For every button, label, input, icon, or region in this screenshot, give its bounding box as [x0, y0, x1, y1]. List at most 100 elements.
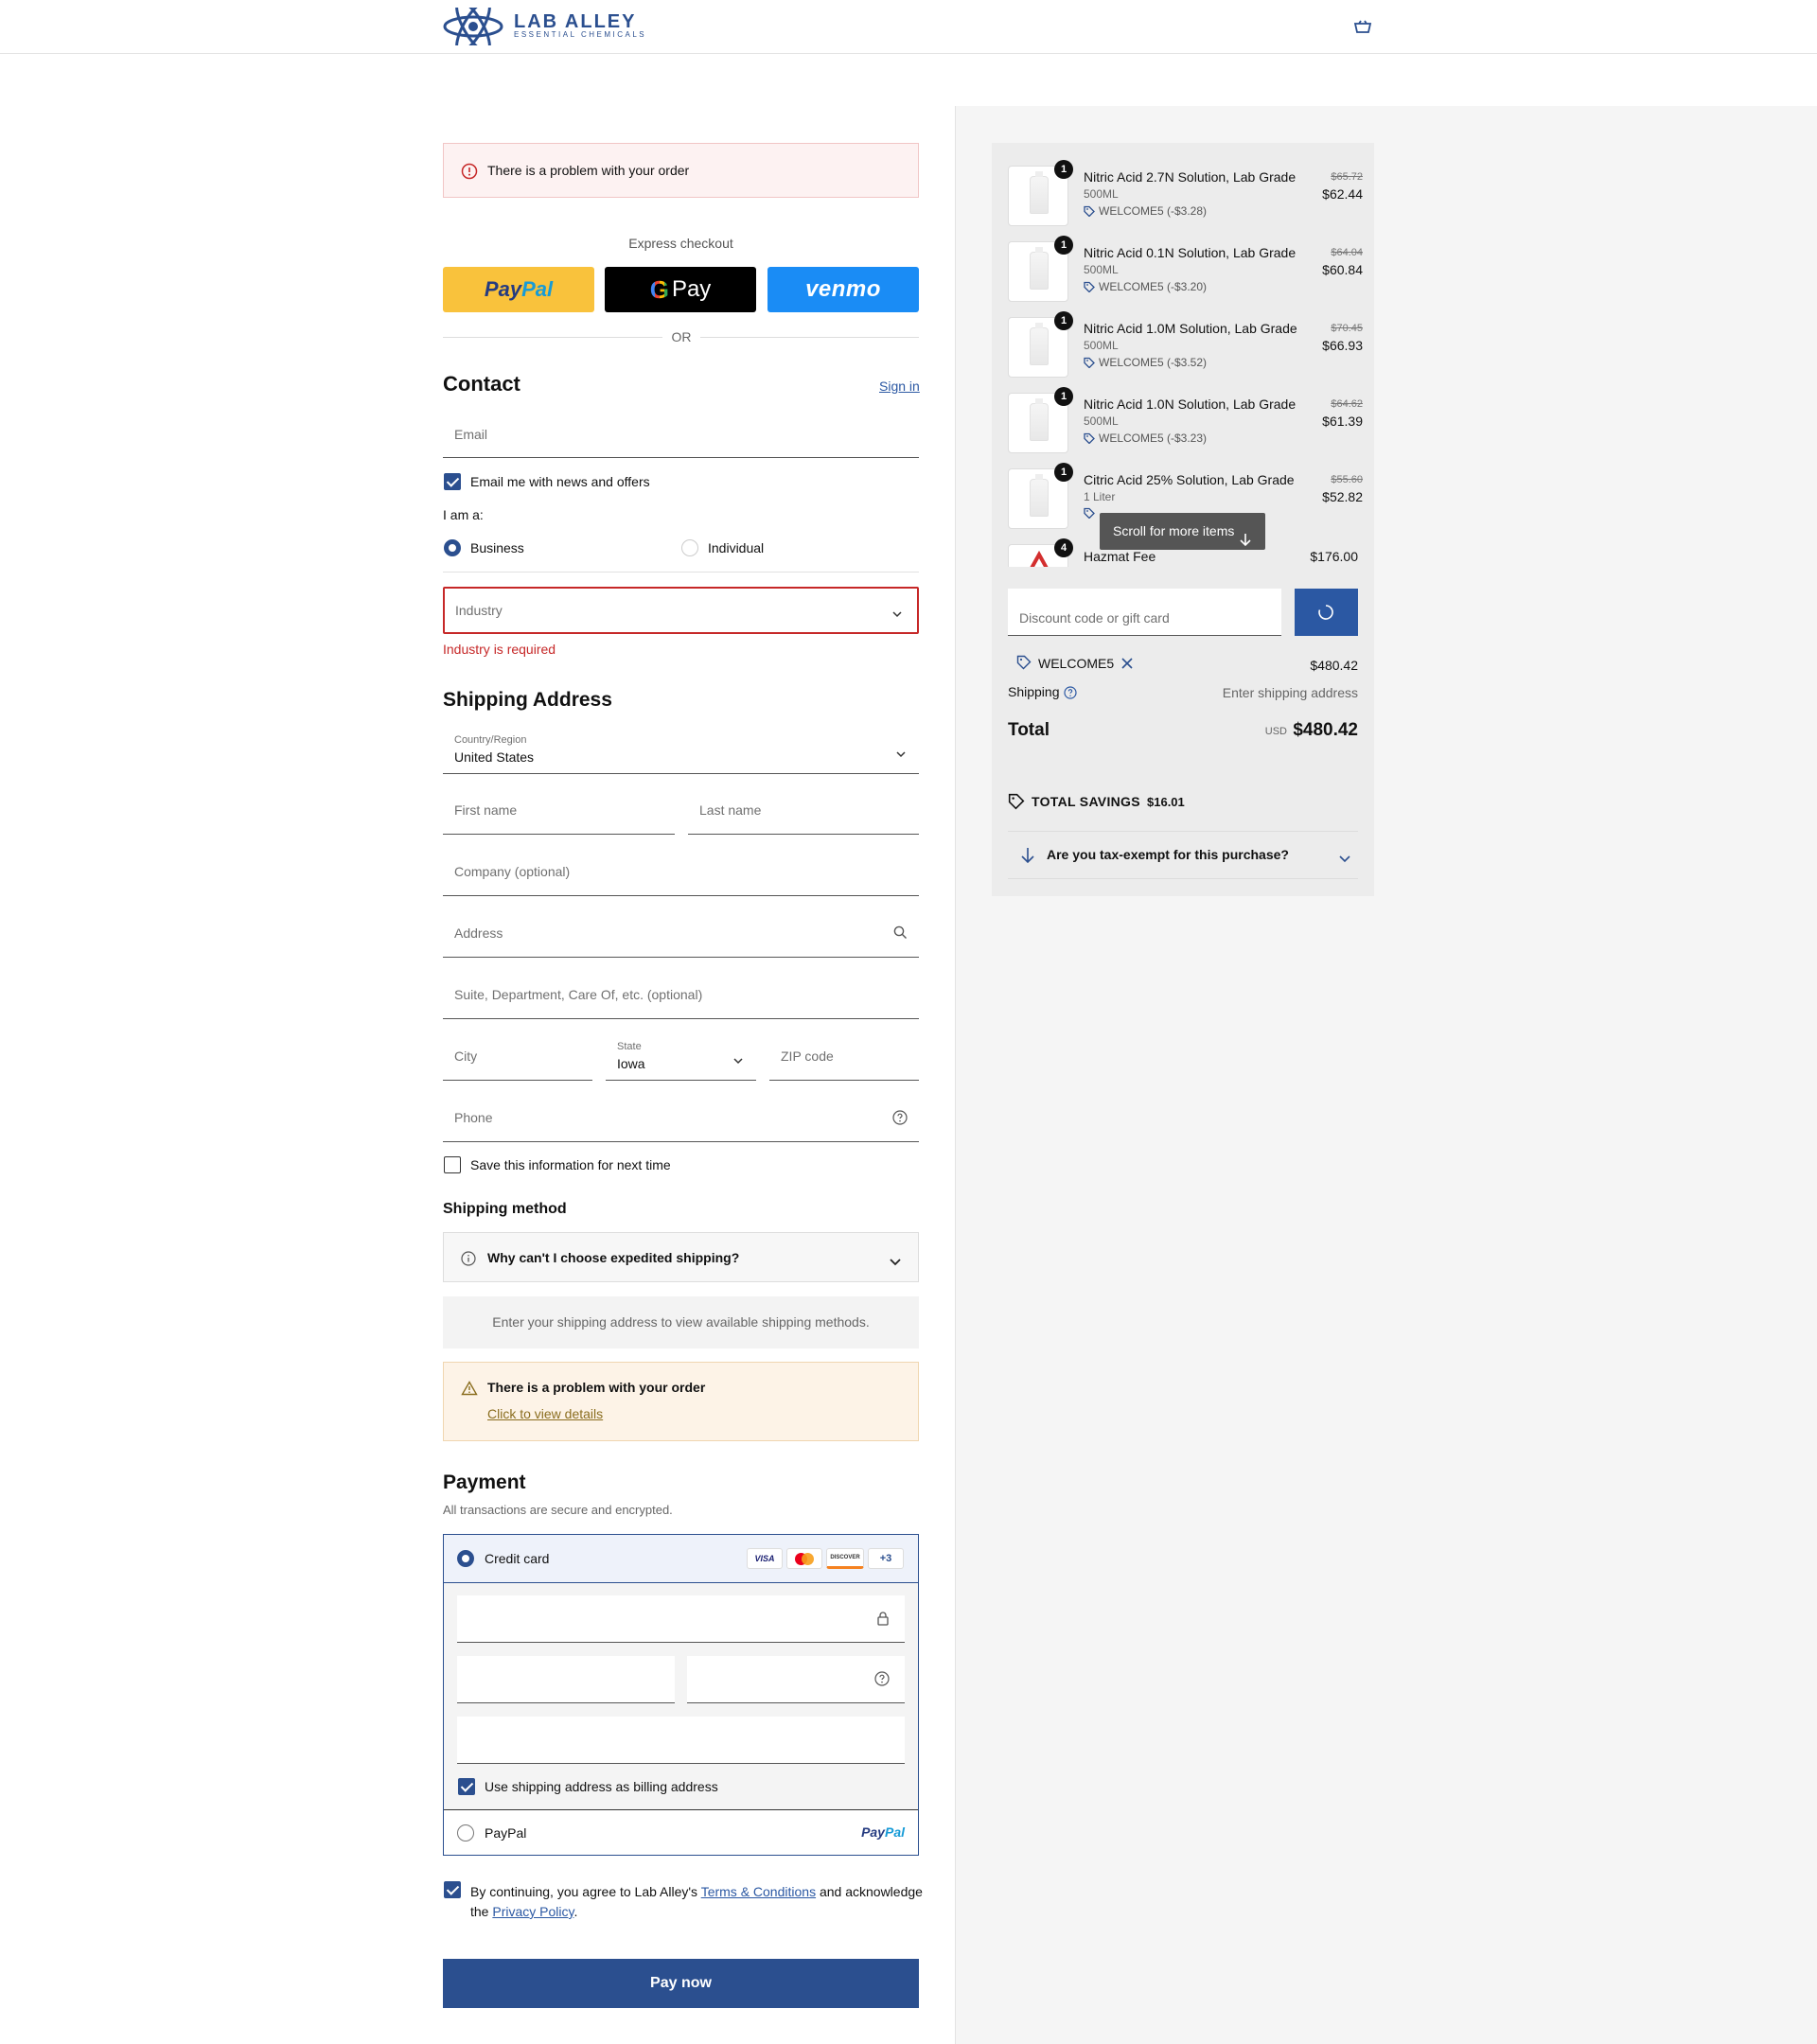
order-warning-title: There is a problem with your order — [487, 1380, 706, 1395]
first-name-placeholder: First name — [454, 802, 518, 818]
individual-label: Individual — [708, 540, 765, 555]
quantity-badge: 1 — [1054, 387, 1073, 406]
product-variant: 500ML — [1084, 263, 1119, 276]
tag-icon — [1084, 357, 1095, 368]
visa-icon: VISA — [747, 1548, 783, 1569]
i-am-label: I am a: — [443, 507, 484, 522]
shipping-address-heading: Shipping Address — [443, 689, 612, 711]
business-radio[interactable] — [444, 539, 461, 556]
discounted-price: $61.39 — [1322, 414, 1363, 429]
company-field[interactable]: Company (optional) — [443, 849, 919, 896]
shipping-value: Enter shipping address — [1222, 685, 1358, 700]
paypal-logo-pay: Pay — [861, 1824, 885, 1840]
chevron-down-icon — [733, 1052, 743, 1069]
tax-exempt-disclosure[interactable]: Are you tax-exempt for this purchase? — [1008, 832, 1358, 879]
country-label: Country/Region — [454, 734, 527, 746]
help-icon[interactable] — [874, 1671, 890, 1691]
discount-code-input[interactable]: Discount code or gift card — [1008, 589, 1281, 636]
lab-alley-logo[interactable]: LAB ALLEY ESSENTIAL CHEMICALS — [442, 0, 688, 53]
terms-link[interactable]: Terms & Conditions — [701, 1884, 816, 1899]
total-savings-label: TOTAL SAVINGS — [1032, 794, 1140, 809]
state-select[interactable]: State Iowa — [606, 1033, 756, 1081]
discount-text: WELCOME5 (-$3.52) — [1099, 356, 1208, 369]
credit-card-option[interactable]: Credit card VISA DISCOVER +3 — [444, 1535, 918, 1583]
paypal-option[interactable]: PayPal PayPal — [444, 1809, 918, 1855]
pay-now-button[interactable]: Pay now — [443, 1959, 919, 2008]
industry-placeholder: Industry — [455, 603, 503, 618]
address-field[interactable]: Address — [443, 910, 919, 958]
terms-text: By continuing, you agree to Lab Alley's … — [470, 1882, 925, 1922]
tag-icon — [1084, 432, 1095, 444]
email-placeholder: Email — [454, 427, 488, 442]
loading-spinner-icon — [1317, 604, 1334, 626]
discount-code-placeholder: Discount code or gift card — [1019, 610, 1170, 626]
terms-pre: By continuing, you agree to Lab Alley's — [470, 1884, 701, 1899]
state-value: Iowa — [617, 1056, 645, 1071]
last-name-field[interactable]: Last name — [688, 787, 919, 835]
sign-in-link[interactable]: Sign in — [879, 379, 920, 394]
paypal-radio[interactable] — [457, 1824, 474, 1841]
last-name-placeholder: Last name — [699, 802, 762, 818]
quantity-badge: 1 — [1054, 160, 1073, 179]
product-variant: 500ML — [1084, 187, 1119, 201]
country-select[interactable]: Country/Region United States — [443, 727, 919, 774]
individual-radio[interactable] — [681, 539, 698, 556]
tag-icon — [1008, 793, 1025, 815]
industry-select[interactable]: Industry — [443, 587, 919, 634]
divider — [1008, 878, 1358, 879]
line-item: 1 Nitric Acid 1.0N Solution, Lab Grade 5… — [1008, 387, 1363, 459]
view-details-link[interactable]: Click to view details — [487, 1406, 603, 1421]
product-name: Citric Acid 25% Solution, Lab Grade — [1084, 472, 1295, 487]
search-icon — [893, 925, 908, 944]
quantity-badge: 1 — [1054, 311, 1073, 330]
billing-same-label: Use shipping address as billing address — [485, 1779, 718, 1794]
terms-checkbox[interactable] — [444, 1881, 461, 1898]
privacy-link[interactable]: Privacy Policy — [492, 1904, 573, 1919]
zip-field[interactable]: ZIP code — [769, 1033, 919, 1081]
expiration-date-field[interactable] — [457, 1656, 675, 1703]
discover-icon: DISCOVER — [826, 1548, 864, 1569]
quantity-badge: 1 — [1054, 463, 1073, 482]
billing-same-checkbox[interactable] — [458, 1778, 475, 1795]
venmo-button[interactable]: venmo — [767, 267, 919, 312]
line-item: 1 Nitric Acid 0.1N Solution, Lab Grade 5… — [1008, 236, 1363, 308]
google-pay-button[interactable]: G Pay — [605, 267, 756, 312]
remove-discount-icon[interactable] — [1121, 657, 1133, 674]
security-code-field[interactable] — [687, 1656, 905, 1703]
credit-card-radio[interactable] — [457, 1550, 474, 1567]
tag-icon — [1084, 205, 1095, 217]
google-pay-text: Pay — [671, 276, 712, 302]
credit-card-label: Credit card — [485, 1551, 550, 1566]
hazmat-fee-price: $176.00 — [1310, 549, 1358, 564]
first-name-field[interactable]: First name — [443, 787, 675, 835]
state-label: State — [617, 1041, 642, 1052]
city-field[interactable]: City — [443, 1033, 592, 1081]
address-placeholder: Address — [454, 925, 503, 941]
discounted-price: $52.82 — [1322, 489, 1363, 504]
paypal-logo-pal: Pal — [884, 1824, 905, 1840]
or-label: OR — [662, 329, 700, 344]
apply-discount-button[interactable] — [1295, 589, 1358, 636]
paypal-text-pal: Pal — [521, 277, 554, 301]
lock-icon — [876, 1611, 890, 1630]
email-field[interactable]: Email — [443, 411, 919, 458]
help-icon[interactable] — [892, 1110, 908, 1130]
order-problem-banner: There is a problem with your order — [443, 143, 919, 198]
total-label: Total — [1008, 720, 1050, 740]
help-icon[interactable] — [1064, 686, 1077, 704]
save-info-checkbox[interactable] — [444, 1156, 461, 1173]
name-on-card-field[interactable] — [457, 1717, 905, 1764]
cart-icon[interactable] — [1353, 19, 1372, 39]
expedited-shipping-disclosure[interactable]: Why can't I choose expedited shipping? — [443, 1232, 919, 1282]
save-info-label: Save this information for next time — [470, 1157, 671, 1172]
scroll-more-tooltip[interactable]: Scroll for more items — [1100, 513, 1265, 550]
phone-field[interactable]: Phone — [443, 1095, 919, 1142]
phone-placeholder: Phone — [454, 1110, 493, 1125]
paypal-express-button[interactable]: Pay Pal — [443, 267, 594, 312]
card-number-field[interactable] — [457, 1595, 905, 1643]
paypal-label: PayPal — [485, 1825, 527, 1841]
suite-field[interactable]: Suite, Department, Care Of, etc. (option… — [443, 972, 919, 1019]
order-problem-text: There is a problem with your order — [487, 163, 690, 178]
info-icon — [461, 1251, 476, 1271]
news-offers-checkbox[interactable] — [444, 473, 461, 490]
